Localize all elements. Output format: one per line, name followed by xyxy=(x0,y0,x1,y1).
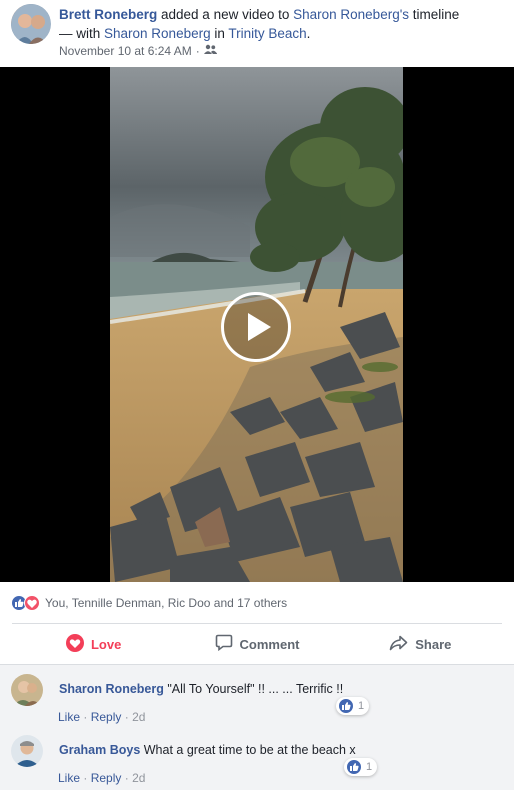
share-button[interactable]: Share xyxy=(339,625,502,663)
comment-time[interactable]: 2d xyxy=(132,710,145,724)
comment-item: Graham Boys What a great time to be at t… xyxy=(11,735,511,785)
author-avatar[interactable] xyxy=(11,4,51,44)
love-reaction-icon xyxy=(65,633,84,655)
action-text: added a new video to xyxy=(157,7,294,22)
love-icon xyxy=(24,595,40,611)
comment-label: Comment xyxy=(239,636,300,652)
comment-text: "All To Yourself" !! ... ... Terrific !! xyxy=(163,682,344,696)
commenter-avatar[interactable] xyxy=(11,674,43,706)
share-icon xyxy=(389,635,408,654)
comment-actions: Like · Reply · 2d xyxy=(58,771,145,785)
timeline-text: timeline xyxy=(409,7,460,22)
location-link[interactable]: Trinity Beach xyxy=(228,26,306,41)
friends-icon[interactable] xyxy=(203,44,217,58)
comment-reaction-count[interactable]: 1 xyxy=(344,758,378,776)
video-player[interactable] xyxy=(0,67,514,582)
reaction-count: 1 xyxy=(358,700,365,712)
comment-reaction-count[interactable]: 1 xyxy=(336,697,370,715)
separator: · xyxy=(83,771,88,785)
like-icon xyxy=(338,698,354,714)
action-bar: Love Comment Share xyxy=(12,625,502,663)
like-link[interactable]: Like xyxy=(58,771,80,785)
commenter-name[interactable]: Sharon Roneberg xyxy=(59,682,164,696)
in-text: in xyxy=(210,26,229,41)
like-icon xyxy=(346,759,362,775)
with-text: — with xyxy=(59,26,105,41)
comment-item: Sharon Roneberg "All To Yourself" !! ...… xyxy=(11,674,511,724)
author-link[interactable]: Brett Roneberg xyxy=(59,7,157,22)
separator: · xyxy=(124,771,129,785)
post-headline: Brett Roneberg added a new video to Shar… xyxy=(59,5,499,43)
love-label: Love xyxy=(90,636,122,652)
post-timestamp[interactable]: November 10 at 6:24 AM xyxy=(59,44,192,58)
comment-bubble: Sharon Roneberg "All To Yourself" !! ...… xyxy=(49,674,354,704)
reaction-count: 1 xyxy=(366,761,373,773)
period-text: . xyxy=(306,26,311,41)
avatar-photo xyxy=(11,4,51,44)
commenter-avatar[interactable] xyxy=(11,735,43,767)
share-label: Share xyxy=(415,636,452,652)
reply-link[interactable]: Reply xyxy=(91,710,122,724)
commenter-name[interactable]: Graham Boys xyxy=(59,743,140,757)
love-button[interactable]: Love xyxy=(12,625,175,663)
avatar-photo xyxy=(11,674,43,706)
comment-text: What a great time to be at the beach x xyxy=(140,743,356,757)
like-link[interactable]: Like xyxy=(58,710,80,724)
post-header: Brett Roneberg added a new video to Shar… xyxy=(0,0,514,66)
play-button[interactable] xyxy=(221,292,291,362)
separator: · xyxy=(124,710,129,724)
avatar-photo xyxy=(11,735,43,767)
reaction-summary[interactable]: You, Tennille Denman, Ric Doo and 17 oth… xyxy=(11,594,287,612)
comment-icon xyxy=(215,634,233,654)
play-icon xyxy=(248,313,271,341)
comment-time[interactable]: 2d xyxy=(132,771,145,785)
post-meta: November 10 at 6:24 AM · xyxy=(59,44,217,58)
comment-button[interactable]: Comment xyxy=(175,625,338,663)
comment-actions: Like · Reply · 2d xyxy=(58,710,145,724)
reply-link[interactable]: Reply xyxy=(91,771,122,785)
divider xyxy=(12,623,502,624)
separator: · xyxy=(83,710,88,724)
target-link[interactable]: Sharon Roneberg's xyxy=(293,7,409,22)
comment-bubble: Graham Boys What a great time to be at t… xyxy=(49,735,366,765)
tagged-link[interactable]: Sharon Roneberg xyxy=(104,26,211,41)
meta-separator: · xyxy=(195,44,200,58)
reaction-names[interactable]: You, Tennille Denman, Ric Doo and 17 oth… xyxy=(45,596,287,610)
